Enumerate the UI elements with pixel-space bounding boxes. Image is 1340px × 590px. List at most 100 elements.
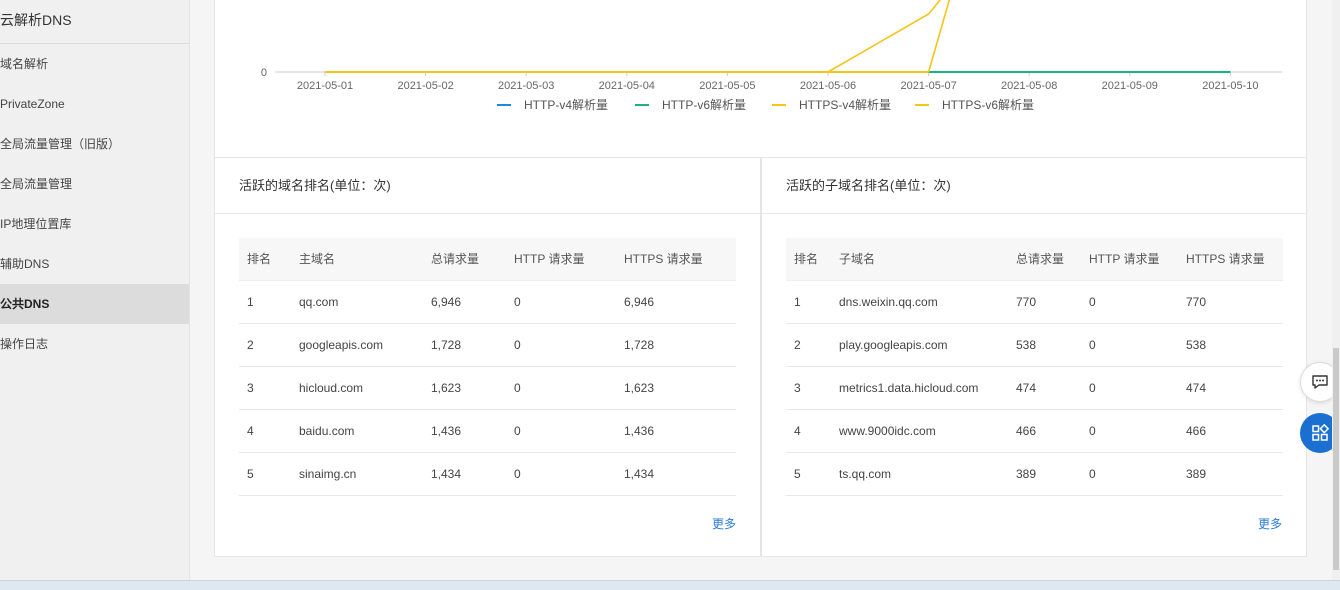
table-cell: 389 [1008, 452, 1081, 496]
legend-label[interactable]: HTTPS-v4解析量 [799, 98, 891, 112]
table-row: 3 metrics1.data.hicloud.com 474 0 474 [786, 366, 1283, 410]
column-header: 排名 [239, 238, 291, 281]
table-cell: 0 [506, 366, 616, 410]
column-header: HTTPS 请求量 [1178, 238, 1283, 281]
table-cell: 1,728 [616, 323, 736, 367]
table-cell: 0 [1081, 452, 1178, 496]
sidebar-item[interactable]: PrivateZone [0, 84, 189, 124]
series-line-2-rise [827, 0, 942, 73]
table-row: 3 hicloud.com 1,623 0 1,623 [239, 366, 736, 410]
table-cell: 474 [1008, 366, 1081, 410]
domain-rank-panel: 活跃的域名排名(单位：次) 排名 主域名 总请求量 HTTP 请求量 HTTPS 请求量… [214, 157, 761, 557]
x-tick-label: 2021-05-01 [297, 80, 353, 92]
sidebar-item[interactable]: 全局流量管理（旧版） [0, 124, 189, 164]
table-header-row: 排名 主域名 总请求量 HTTP 请求量 HTTPS 请求量 [239, 238, 736, 281]
table-cell: 4 [786, 409, 831, 453]
column-header: HTTP 请求量 [506, 238, 616, 281]
table-cell: 538 [1008, 323, 1081, 367]
table-cell: www.9000idc.com [831, 409, 1008, 453]
os-taskbar [0, 580, 1340, 590]
table-row: 4 www.9000idc.com 466 0 466 [786, 409, 1283, 453]
table-cell: 0 [506, 280, 616, 324]
x-tick-label: 2021-05-07 [900, 80, 956, 92]
sidebar-item[interactable]: 操作日志 [0, 324, 189, 364]
sidebar-item[interactable]: 辅助DNS [0, 244, 189, 284]
sidebar-title: 云解析DNS [0, 0, 189, 44]
table-cell: 389 [1178, 452, 1283, 496]
table-cell: 1,436 [423, 409, 506, 453]
x-tick-label: 2021-05-02 [397, 80, 453, 92]
sidebar-item[interactable]: 全局流量管理 [0, 164, 189, 204]
legend-label[interactable]: HTTP-v6解析量 [662, 98, 746, 112]
x-tick-label: 2021-05-08 [1001, 80, 1057, 92]
subdomain-rank-more-link[interactable]: 更多 [1258, 515, 1282, 532]
subdomain-rank-title: 活跃的子域名排名(单位：次) [762, 158, 1306, 214]
table-cell: play.googleapis.com [831, 323, 1008, 367]
table-cell: 538 [1178, 323, 1283, 367]
column-header: 主域名 [291, 238, 423, 281]
domain-rank-table: 排名 主域名 总请求量 HTTP 请求量 HTTPS 请求量 1 qq.com 6,946 0… [239, 238, 736, 496]
x-tick-label: 2021-05-09 [1102, 80, 1158, 92]
table-cell: 0 [506, 452, 616, 496]
table-cell: baidu.com [291, 409, 423, 453]
table-cell: 5 [239, 452, 291, 496]
legend-label[interactable]: HTTP-v4解析量 [524, 98, 608, 112]
scrollbar-thumb[interactable] [1333, 348, 1339, 570]
x-tick-label: 2021-05-05 [699, 80, 755, 92]
table-cell: 466 [1008, 409, 1081, 453]
table-cell: 1,434 [423, 452, 506, 496]
table-row: 1 qq.com 6,946 0 6,946 [239, 280, 736, 324]
legend-label[interactable]: HTTPS-v6解析量 [942, 98, 1034, 112]
x-tick-label: 2021-05-03 [498, 80, 554, 92]
table-cell: ts.qq.com [831, 452, 1008, 496]
main-content: 0 2021-05-01 2021-05-02 2021-05-03 2021-05-0… [190, 0, 1330, 580]
sidebar-item[interactable]: 公共DNS [0, 284, 189, 324]
table-cell: 1,436 [616, 409, 736, 453]
table-cell: 6,946 [423, 280, 506, 324]
table-row: 1 dns.weixin.qq.com 770 0 770 [786, 280, 1283, 324]
sidebar-item[interactable]: 域名解析 [0, 44, 189, 84]
x-tick-label: 2021-05-06 [800, 80, 856, 92]
x-tick-label: 2021-05-10 [1202, 80, 1258, 92]
sidebar-item[interactable]: IP地理位置库 [0, 204, 189, 244]
table-cell: 3 [239, 366, 291, 410]
table-cell: 474 [1178, 366, 1283, 410]
table-row: 4 baidu.com 1,436 0 1,436 [239, 409, 736, 453]
table-row: 5 sinaimg.cn 1,434 0 1,434 [239, 452, 736, 496]
chat-icon [1312, 375, 1328, 389]
table-cell: 4 [239, 409, 291, 453]
table-row: 2 play.googleapis.com 538 0 538 [786, 323, 1283, 367]
table-cell: 770 [1178, 280, 1283, 324]
table-cell: 0 [1081, 409, 1178, 453]
table-cell: 0 [1081, 366, 1178, 410]
column-header: 子域名 [831, 238, 1008, 281]
table-cell: sinaimg.cn [291, 452, 423, 496]
table-cell: 1,434 [616, 452, 736, 496]
table-cell: 3 [786, 366, 831, 410]
table-cell: 0 [506, 409, 616, 453]
table-cell: qq.com [291, 280, 423, 324]
table-cell: googleapis.com [291, 323, 423, 367]
table-cell: 0 [506, 323, 616, 367]
y-tick-label: 0 [261, 67, 267, 79]
apps-grid-icon [1312, 423, 1330, 441]
table-cell: 2 [239, 323, 291, 367]
table-cell: 1 [786, 280, 831, 324]
table-cell: 5 [786, 452, 831, 496]
column-header: 排名 [786, 238, 831, 281]
column-header: HTTP 请求量 [1081, 238, 1178, 281]
domain-rank-more-link[interactable]: 更多 [712, 515, 736, 532]
column-header: 总请求量 [423, 238, 506, 281]
table-cell: 1 [239, 280, 291, 324]
column-header: HTTPS 请求量 [616, 238, 736, 281]
table-cell: metrics1.data.hicloud.com [831, 366, 1008, 410]
sidebar: 云解析DNS 域名解析 PrivateZone 全局流量管理（旧版） 全局流量管理 IP… [0, 0, 190, 580]
table-cell: dns.weixin.qq.com [831, 280, 1008, 324]
resolution-trend-chart: 0 2021-05-01 2021-05-02 2021-05-03 2021-05-0… [214, 0, 1307, 158]
subdomain-rank-panel: 活跃的子域名排名(单位：次) 排名 子域名 总请求量 HTTP 请求量 HTTPS 请求… [761, 157, 1307, 557]
table-cell: 1,728 [423, 323, 506, 367]
table-cell: hicloud.com [291, 366, 423, 410]
table-row: 2 googleapis.com 1,728 0 1,728 [239, 323, 736, 367]
line-chart: 0 2021-05-01 2021-05-02 2021-05-03 2021-05-0… [261, 0, 1282, 112]
table-cell: 0 [1081, 323, 1178, 367]
